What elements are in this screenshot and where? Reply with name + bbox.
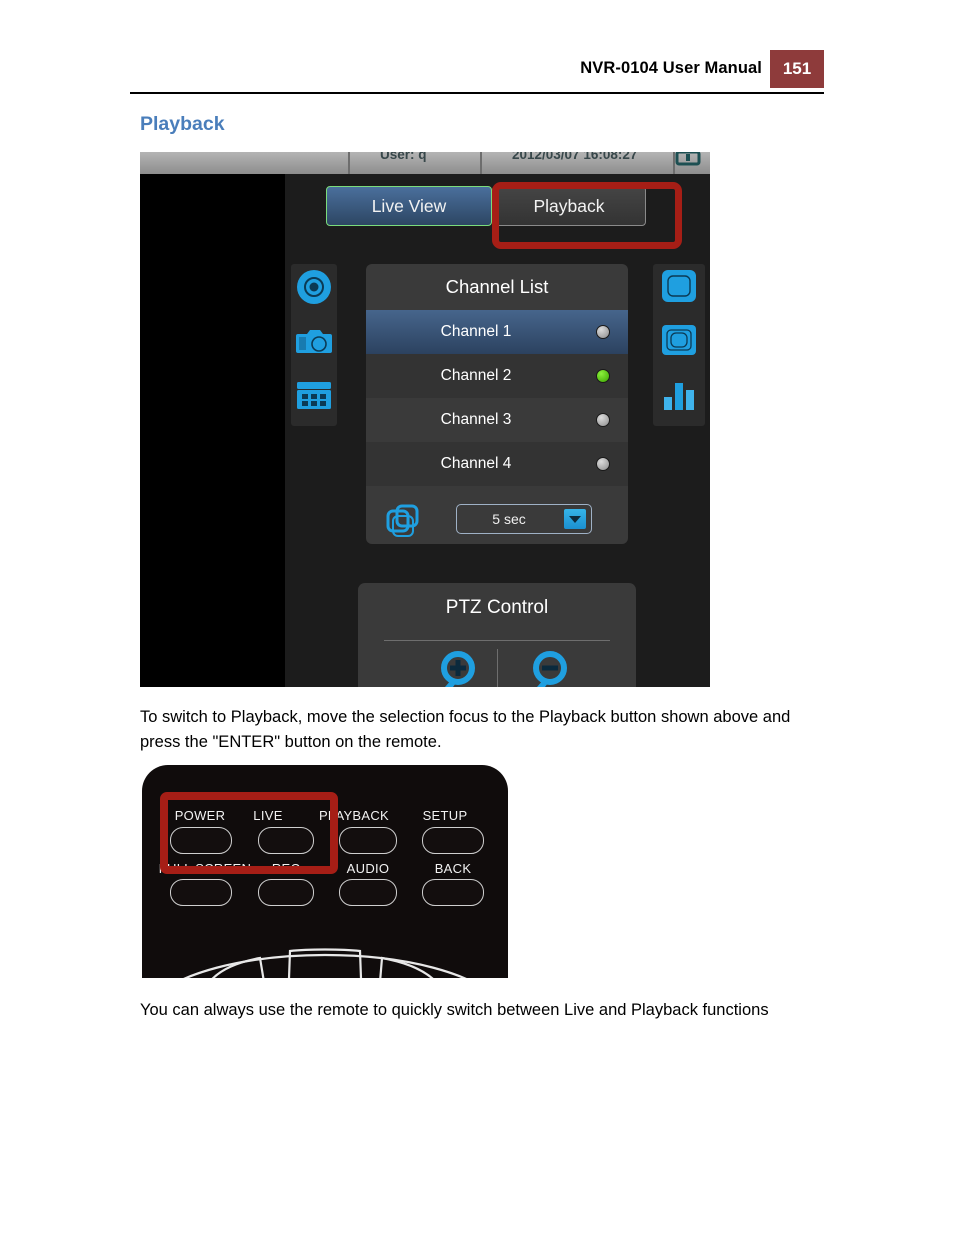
statusbar-separator-2	[480, 152, 482, 174]
statusbar-timestamp: 2012/03/07 16:08:27	[512, 152, 638, 162]
nvr-left-toolbar	[291, 264, 337, 426]
remote-button-setup[interactable]	[422, 827, 484, 854]
bar-chart-icon[interactable]	[660, 376, 698, 414]
dwell-time-dropdown[interactable]: 5 sec	[456, 504, 592, 534]
sequence-rotate-icon[interactable]	[386, 502, 424, 540]
remote-button-back[interactable]	[422, 879, 484, 906]
remote-label-setup: SETUP	[422, 808, 468, 823]
remote-button-audio[interactable]	[339, 879, 397, 906]
channel-status-dot	[596, 413, 610, 427]
fullscreen-expand-icon[interactable]	[660, 268, 698, 306]
channel-list-title: Channel List	[445, 276, 549, 297]
ptz-divider	[384, 640, 610, 641]
remote-label-power: POWER	[174, 808, 226, 823]
ptz-control-title: PTZ Control	[445, 597, 549, 618]
channel-label: Channel 4	[440, 455, 512, 472]
remote-button-full-screen[interactable]	[170, 879, 232, 906]
remote-body: POWER LIVE PLAYBACK SETUP FULL SCREEN RE…	[142, 765, 508, 978]
remote-control-image: POWER LIVE PLAYBACK SETUP FULL SCREEN RE…	[142, 765, 508, 978]
nvr-ui-screenshot: User: q 2012/03/07 16:08:27 Live View Pl…	[140, 152, 710, 687]
nvr-video-area	[140, 174, 285, 687]
tab-playback[interactable]: Playback	[492, 186, 646, 226]
channel-list-panel: Channel List Channel 1 Channel 2 Channel…	[366, 264, 628, 544]
page-title: Playback	[140, 113, 225, 135]
record-disc-icon[interactable]	[295, 268, 333, 306]
monitor-icon[interactable]	[675, 152, 701, 168]
camera-snapshot-icon[interactable]	[295, 322, 333, 360]
ptz-vertical-separator	[497, 649, 498, 687]
page-number-badge: 151	[770, 50, 824, 88]
channel-list-item[interactable]: Channel 4	[366, 442, 628, 486]
navigation-arc[interactable]	[142, 920, 508, 978]
tab-live-view[interactable]: Live View	[326, 186, 492, 226]
channel-status-dot	[596, 369, 610, 383]
instruction-paragraph-2: You can always use the remote to quickly…	[140, 1001, 769, 1019]
channel-list-item[interactable]: Channel 2	[366, 354, 628, 398]
channel-list-item[interactable]: Channel 3	[366, 398, 628, 442]
window-frame-icon[interactable]	[660, 322, 698, 360]
channel-list-item[interactable]: Channel 1	[366, 310, 628, 354]
ptz-control-panel: PTZ Control	[358, 583, 636, 687]
dwell-time-value: 5 sec	[492, 511, 526, 527]
remote-button-live[interactable]	[258, 827, 314, 854]
channel-label: Channel 2	[440, 367, 512, 384]
remote-label-rec: REC	[271, 861, 301, 876]
remote-label-full-screen: FULL SCREEN	[158, 861, 252, 876]
nvr-mode-tabs: Live View Playback	[326, 186, 646, 226]
statusbar-separator-1	[348, 152, 350, 174]
nvr-right-toolbar	[653, 264, 705, 426]
page-header: NVR-0104 User Manual 151	[130, 50, 824, 94]
remote-label-back: BACK	[434, 861, 472, 876]
remote-button-power[interactable]	[170, 827, 232, 854]
instruction-paragraph-1: To switch to Playback, move the selectio…	[140, 708, 791, 751]
zoom-in-icon[interactable]	[438, 651, 478, 687]
calendar-icon[interactable]	[295, 376, 333, 414]
remote-label-playback: PLAYBACK	[318, 808, 390, 823]
channel-status-dot	[596, 325, 610, 339]
manual-title: NVR-0104 User Manual	[580, 59, 762, 77]
sequence-settings-row: 5 sec	[366, 500, 628, 544]
remote-label-live: LIVE	[253, 808, 283, 823]
chevron-down-icon[interactable]	[564, 509, 586, 529]
channel-label: Channel 3	[440, 411, 512, 428]
channel-label: Channel 1	[440, 323, 512, 340]
remote-button-rec[interactable]	[258, 879, 314, 906]
remote-button-playback[interactable]	[339, 827, 397, 854]
nvr-status-bar: User: q 2012/03/07 16:08:27	[140, 152, 710, 174]
statusbar-user: User: q	[380, 152, 427, 162]
header-divider	[130, 92, 824, 94]
remote-label-audio: AUDIO	[346, 861, 390, 876]
channel-status-dot	[596, 457, 610, 471]
zoom-out-icon[interactable]	[530, 651, 570, 687]
